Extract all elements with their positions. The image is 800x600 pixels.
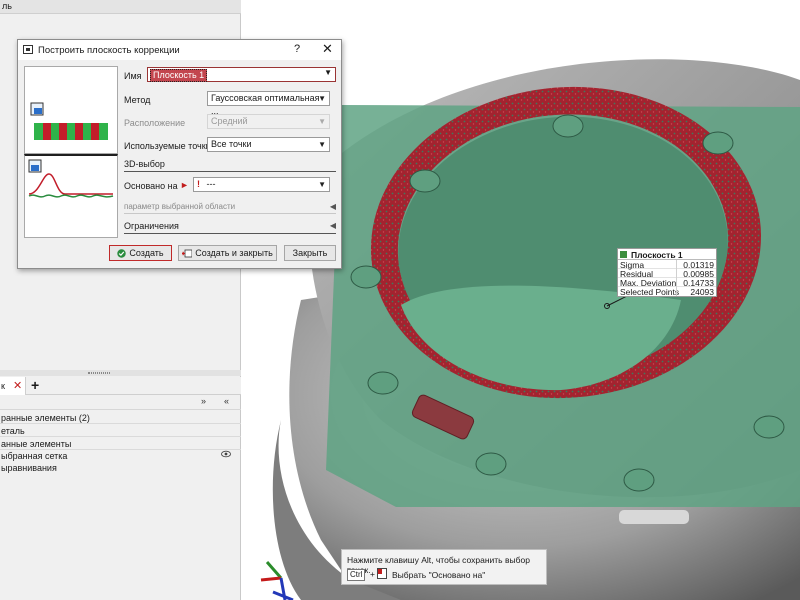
create-button[interactable]: Создать xyxy=(109,245,172,261)
close-label: Закрыть xyxy=(292,248,328,258)
name-combo[interactable]: Плоскость 1 ▼ xyxy=(147,67,336,82)
chevron-down-icon[interactable]: ▼ xyxy=(324,68,332,77)
points-label: Используемые точки xyxy=(124,141,211,151)
location-combo: Средний ▼ xyxy=(207,114,330,129)
left-panel-tabs: к ✕ + xyxy=(0,377,241,395)
chevron-down-icon[interactable]: ▼ xyxy=(318,178,326,191)
expand-left-icon[interactable]: ◀ xyxy=(330,202,336,211)
based-on-label: Основано на xyxy=(124,181,178,191)
dialog-titlebar[interactable]: Построить плоскость коррекции ? ✕ xyxy=(18,40,341,60)
location-value: Средний xyxy=(211,116,248,126)
flag-icon xyxy=(620,251,627,258)
limits-label: Ограничения xyxy=(124,221,179,231)
based-on-combo[interactable]: ! --- ▼ xyxy=(193,177,330,192)
left-panel-header: ль xyxy=(0,0,241,14)
warning-icon: ! xyxy=(197,179,200,189)
name-value[interactable]: Плоскость 1 xyxy=(150,69,208,82)
annotation-title: Плоскость 1 xyxy=(631,250,683,260)
curve-preview-image xyxy=(24,154,118,238)
annotation-header: Плоскость 1 xyxy=(618,249,716,260)
left-panel-toolbar: » « xyxy=(0,395,241,410)
close-button[interactable]: Закрыть xyxy=(284,245,336,261)
left-panel-title: ль xyxy=(2,1,12,11)
help-button[interactable]: ? xyxy=(294,43,300,55)
annotation-row: Residual 0.00985 xyxy=(618,269,716,279)
curve-preview-icon xyxy=(28,159,114,198)
mouse-click-icon xyxy=(377,568,387,579)
region-param-label: параметр выбранной области xyxy=(124,202,236,211)
hint-plus: + xyxy=(370,569,375,579)
close-icon[interactable]: ✕ xyxy=(322,41,333,57)
correction-plane-dialog: Построить плоскость коррекции ? ✕ Имя Пл… xyxy=(17,39,342,269)
tree-item-elements[interactable]: анные элементы xyxy=(0,438,241,450)
create-label: Создать xyxy=(129,248,164,258)
plane-preview-image xyxy=(24,66,118,154)
annotation-row: Sigma 0.01319 xyxy=(618,260,716,270)
select3d-label: 3D-выбор xyxy=(124,159,165,169)
name-label: Имя xyxy=(124,71,142,81)
dialog-app-icon xyxy=(23,45,33,54)
ctrl-key-icon: Ctrl xyxy=(347,569,366,581)
collapse-all-icon[interactable]: » xyxy=(201,396,206,406)
limits-section[interactable]: Ограничения ◀ xyxy=(124,221,336,234)
annotation-row: Max. Deviation 0.14733 xyxy=(618,278,716,288)
hint-tooltip: Нажмите клавишу Alt, чтобы сохранить выб… xyxy=(341,549,547,585)
annotation-row: Selected Points 24093 xyxy=(620,287,714,297)
add-tab-button[interactable]: + xyxy=(31,377,39,393)
tree-item-part[interactable]: еталь xyxy=(0,425,241,437)
plane-preview-icon xyxy=(30,102,108,140)
tab-close-icon[interactable]: ✕ xyxy=(13,379,22,392)
based-on-arrow-icon: ► xyxy=(180,180,189,190)
method-combo[interactable]: Гауссовская оптимальная ... ▼ xyxy=(207,91,330,116)
tab-active[interactable]: к ✕ xyxy=(0,377,26,395)
region-param-section[interactable]: параметр выбранной области ◀ xyxy=(124,202,336,214)
chevron-down-icon[interactable]: ▼ xyxy=(318,92,326,105)
splitter-grip-icon[interactable] xyxy=(88,372,110,374)
tree-item-selected-elements[interactable]: ранные элементы (2) xyxy=(0,412,241,424)
check-icon xyxy=(117,249,127,258)
part-tab xyxy=(619,510,689,524)
hint-action-text: Выбрать "Основано на" xyxy=(392,570,486,580)
expand-left-icon[interactable]: ◀ xyxy=(330,221,336,230)
panel-splitter[interactable] xyxy=(0,370,241,376)
tree-item-selected-mesh[interactable]: ыбранная сетка xyxy=(1,450,67,462)
tree-item-alignment[interactable]: ыравнивания xyxy=(1,462,57,474)
method-label: Метод xyxy=(124,95,151,105)
create-close-label: Создать и закрыть xyxy=(195,248,273,258)
select3d-section: 3D-выбор xyxy=(124,159,336,172)
method-value: Гауссовская оптимальная ... xyxy=(211,93,320,116)
chevron-down-icon: ▼ xyxy=(318,117,326,126)
location-label: Расположение xyxy=(124,118,186,128)
create-close-icon xyxy=(182,249,193,258)
points-value: Все точки xyxy=(211,139,252,149)
chevron-down-icon[interactable]: ▼ xyxy=(318,138,326,151)
dialog-title: Построить плоскость коррекции xyxy=(38,45,180,56)
based-on-value: --- xyxy=(206,179,216,189)
plane-annotation[interactable]: Плоскость 1 Sigma 0.01319 Residual 0.009… xyxy=(617,248,717,297)
eye-icon[interactable] xyxy=(221,450,231,458)
expand-all-icon[interactable]: « xyxy=(224,396,229,406)
tab-active-label: к xyxy=(1,381,5,391)
create-close-button[interactable]: Создать и закрыть xyxy=(178,245,277,261)
points-combo[interactable]: Все точки ▼ xyxy=(207,137,330,152)
